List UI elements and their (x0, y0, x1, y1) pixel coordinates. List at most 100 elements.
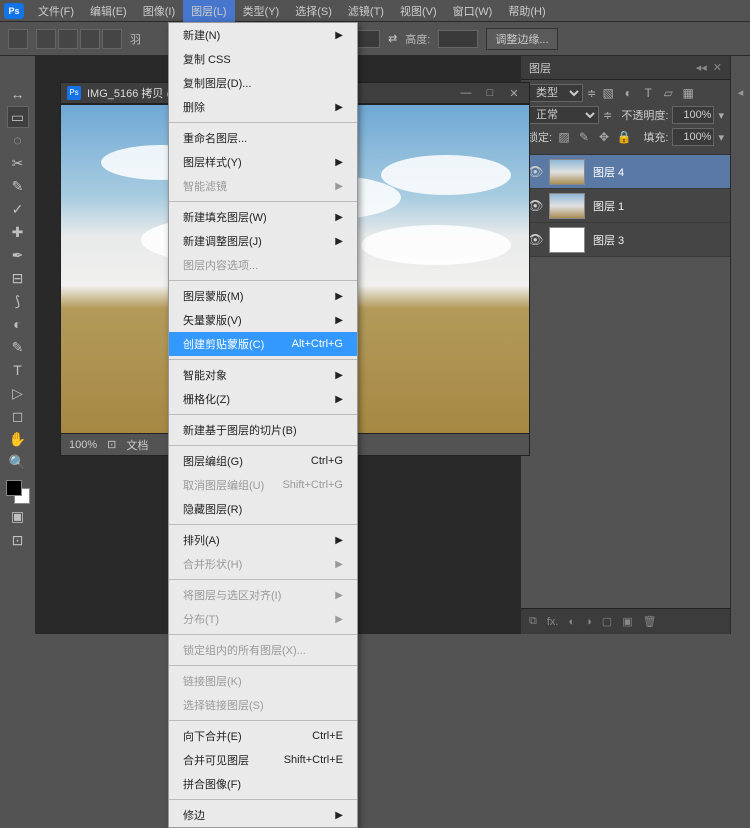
menu-entry[interactable]: 新建调整图层(J)▶ (169, 229, 357, 253)
tool-button[interactable]: ✚ (7, 221, 29, 243)
panel-tabbar: 图层 ◂◂ ✕ (521, 56, 730, 80)
menu-entry[interactable]: 图层蒙版(M)▶ (169, 284, 357, 308)
zoom-value[interactable]: 100% (69, 439, 97, 451)
lock-paint-icon[interactable]: ✎ (576, 130, 592, 144)
tool-button[interactable]: T (7, 359, 29, 381)
layer-row[interactable]: 👁图层 3 (521, 223, 730, 257)
refine-edge-button[interactable]: 调整边缘... (486, 28, 557, 50)
filter-type-icon[interactable]: T (640, 86, 656, 100)
mode-icon[interactable] (80, 29, 100, 49)
menu-item[interactable]: 帮助(H) (500, 0, 553, 22)
layer-name[interactable]: 图层 4 (593, 164, 624, 180)
tool-button[interactable]: ↔ (7, 83, 29, 105)
menu-item[interactable]: 滤镜(T) (340, 0, 392, 22)
menu-entry[interactable]: 复制图层(D)... (169, 71, 357, 95)
menu-entry[interactable]: 新建(N)▶ (169, 23, 357, 47)
close-icon[interactable]: ✕ (505, 87, 523, 100)
tool-button[interactable]: ◌ (7, 129, 29, 151)
layer-name[interactable]: 图层 1 (593, 198, 624, 214)
tool-button[interactable]: ▷ (7, 382, 29, 404)
layer-row[interactable]: 👁图层 4 (521, 155, 730, 189)
swap-icon[interactable]: ⇄ (388, 32, 397, 45)
lock-all-icon[interactable]: 🔒 (616, 130, 632, 144)
menu-entry[interactable]: 矢量蒙版(V)▶ (169, 308, 357, 332)
menu-entry[interactable]: 新建基于图层的切片(B) (169, 418, 357, 442)
tool-button[interactable]: ✂ (7, 152, 29, 174)
blend-mode-select[interactable]: 正常 (527, 106, 599, 124)
tool-button[interactable]: ✋ (7, 428, 29, 450)
menu-item[interactable]: 文件(F) (30, 0, 82, 22)
layer-thumbnail[interactable] (549, 227, 585, 253)
menu-entry[interactable]: 删除▶ (169, 95, 357, 119)
height-input[interactable] (438, 30, 478, 48)
menu-entry[interactable]: 复制 CSS (169, 47, 357, 71)
menu-item[interactable]: 图层(L) (183, 0, 234, 22)
mode-icon[interactable] (58, 29, 78, 49)
lock-trans-icon[interactable]: ▨ (556, 130, 572, 144)
lock-pos-icon[interactable]: ✥ (596, 130, 612, 144)
delete-layer-icon[interactable]: 🗑 (643, 615, 657, 628)
layer-row[interactable]: 👁图层 1 (521, 189, 730, 223)
tool-button[interactable]: ✎ (7, 336, 29, 358)
fill-input[interactable] (672, 128, 714, 146)
tool-button[interactable]: 🔍 (7, 451, 29, 473)
menu-item[interactable]: 编辑(E) (82, 0, 135, 22)
panel-tab-layers[interactable]: 图层 (529, 60, 551, 76)
menu-entry[interactable]: 新建填充图层(W)▶ (169, 205, 357, 229)
menu-entry[interactable]: 重命名图层... (169, 126, 357, 150)
menu-entry[interactable]: 栅格化(Z)▶ (169, 387, 357, 411)
menu-entry[interactable]: 图层编组(G)Ctrl+G (169, 449, 357, 473)
menu-entry[interactable]: 创建剪贴蒙版(C)Alt+Ctrl+G (169, 332, 357, 356)
menu-item[interactable]: 视图(V) (392, 0, 445, 22)
tool-button[interactable]: ⊟ (7, 267, 29, 289)
close-panel-icon[interactable]: ✕ (713, 61, 722, 74)
filter-pixel-icon[interactable]: ▧ (600, 86, 616, 100)
maximize-icon[interactable]: □ (481, 87, 499, 99)
minimize-icon[interactable]: — (457, 87, 475, 99)
filter-type-select[interactable]: 类型 (527, 84, 583, 102)
new-layer-icon[interactable]: ▣ (622, 615, 632, 628)
menu-entry[interactable]: 修边▶ (169, 803, 357, 827)
quickmask-icon[interactable]: ▣ (7, 505, 29, 527)
tool-button[interactable]: ✓ (7, 198, 29, 220)
adjustment-icon[interactable]: ◑ (585, 616, 592, 628)
menu-entry[interactable]: 隐藏图层(R) (169, 497, 357, 521)
color-swatch[interactable] (6, 480, 30, 504)
menu-item[interactable]: 窗口(W) (445, 0, 501, 22)
filter-shape-icon[interactable]: ▱ (660, 86, 676, 100)
menu-entry[interactable]: 排列(A)▶ (169, 528, 357, 552)
fx-icon[interactable]: fx. (547, 616, 559, 628)
menu-entry: 选择链接图层(S) (169, 693, 357, 717)
menu-entry[interactable]: 拼合图像(F) (169, 772, 357, 796)
tool-button[interactable]: ✒ (7, 244, 29, 266)
layer-thumbnail[interactable] (549, 193, 585, 219)
tool-button[interactable]: ▭ (7, 106, 29, 128)
tool-button[interactable]: ✎ (7, 175, 29, 197)
collapse-icon[interactable]: ◂◂ (696, 61, 707, 74)
menu-item[interactable]: 选择(S) (287, 0, 340, 22)
menu-item[interactable]: 类型(Y) (235, 0, 288, 22)
layer-thumbnail[interactable] (549, 159, 585, 185)
tool-button[interactable]: ◻ (7, 405, 29, 427)
mode-icon[interactable] (102, 29, 122, 49)
tool-button[interactable]: ◐ (7, 313, 29, 335)
tool-preset-icon[interactable] (8, 29, 28, 49)
screenmode-icon[interactable]: ⊡ (7, 529, 29, 551)
menu-entry[interactable]: 智能对象▶ (169, 363, 357, 387)
mask-icon[interactable]: ◐ (568, 616, 575, 628)
tool-button[interactable]: ⟆ (7, 290, 29, 312)
group-icon[interactable]: ▢ (602, 615, 612, 628)
collapsed-panels[interactable]: ◂ (730, 56, 750, 634)
opacity-input[interactable] (672, 106, 714, 124)
layer-menu-dropdown: 新建(N)▶复制 CSS复制图层(D)...删除▶ 重命名图层...图层样式(Y)… (168, 22, 358, 828)
menu-entry[interactable]: 合并可见图层Shift+Ctrl+E (169, 748, 357, 772)
menu-entry[interactable]: 图层样式(Y)▶ (169, 150, 357, 174)
mode-icon[interactable] (36, 29, 56, 49)
layer-list: 👁图层 4👁图层 1👁图层 3 (521, 155, 730, 257)
link-layers-icon[interactable]: ⧉ (529, 615, 537, 628)
menu-item[interactable]: 图像(I) (135, 0, 183, 22)
filter-adjust-icon[interactable]: ◐ (620, 86, 636, 100)
layer-name[interactable]: 图层 3 (593, 232, 624, 248)
filter-smart-icon[interactable]: ▦ (680, 86, 696, 100)
menu-entry[interactable]: 向下合并(E)Ctrl+E (169, 724, 357, 748)
